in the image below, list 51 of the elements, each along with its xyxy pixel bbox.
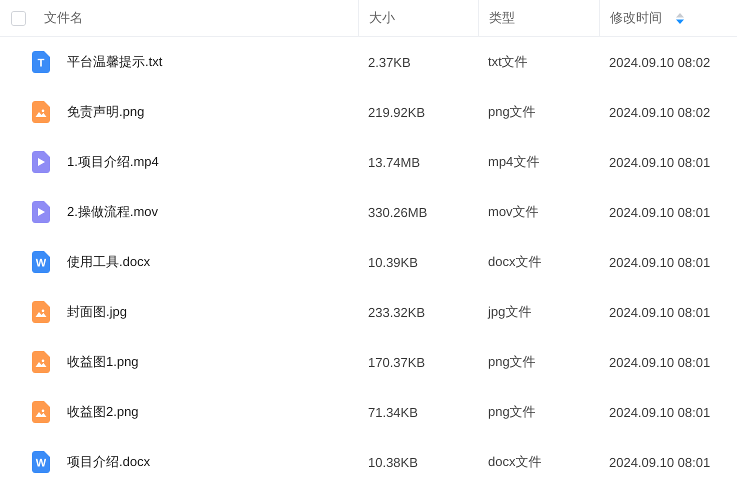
file-name[interactable]: 收益图2.png — [67, 403, 139, 421]
file-type: mov文件 — [487, 203, 540, 221]
document-file-icon: T — [32, 51, 50, 73]
image-file-icon — [32, 301, 50, 323]
file-type: png文件 — [487, 103, 537, 121]
image-file-icon — [32, 101, 50, 123]
column-header: 类型 — [489, 9, 515, 27]
file-name[interactable]: 免责声明.png — [67, 103, 144, 121]
modified-time: 2024.09.10 08:01 — [608, 454, 712, 470]
modified-time: 2024.09.10 08:01 — [608, 204, 712, 220]
file-name[interactable]: 平台温馨提示.txt — [67, 53, 162, 71]
modified-time: 2024.09.10 08:01 — [608, 254, 712, 270]
column-header: 修改时间 — [610, 9, 662, 27]
document-file-icon: W — [32, 251, 50, 273]
file-name[interactable]: 1.项目介绍.mp4 — [67, 153, 159, 171]
sort-icon[interactable] — [676, 12, 684, 24]
file-size: 71.34KB — [367, 404, 419, 420]
file-name[interactable]: 项目介绍.docx — [67, 453, 150, 471]
file-type: png文件 — [487, 353, 537, 371]
column-header: 大小 — [369, 9, 395, 27]
file-name[interactable]: 收益图1.png — [67, 353, 139, 371]
file-size: 13.74MB — [367, 154, 422, 170]
select-all-checkbox[interactable] — [11, 10, 26, 26]
document-file-icon: W — [32, 451, 50, 473]
modified-time: 2024.09.10 08:01 — [608, 354, 712, 370]
file-name[interactable]: 封面图.jpg — [67, 303, 127, 321]
file-size: 10.39KB — [367, 254, 419, 270]
file-type: jpg文件 — [486, 303, 532, 321]
video-file-icon — [32, 201, 50, 223]
file-size: 2.37KB — [367, 54, 412, 70]
file-type: docx文件 — [487, 253, 542, 271]
file-name[interactable]: 2.操做流程.mov — [67, 203, 158, 221]
column-header: 文件名 — [44, 9, 83, 27]
file-size: 219.92KB — [367, 104, 426, 120]
modified-time: 2024.09.10 08:01 — [608, 304, 712, 320]
file-size: 330.26MB — [367, 204, 428, 220]
image-file-icon — [32, 351, 50, 373]
file-type: png文件 — [487, 403, 537, 421]
file-name[interactable]: 使用工具.docx — [67, 253, 150, 271]
modified-time: 2024.09.10 08:02 — [608, 54, 712, 70]
modified-time: 2024.09.10 08:02 — [608, 104, 712, 120]
image-file-icon — [32, 401, 50, 423]
modified-time: 2024.09.10 08:01 — [608, 154, 712, 170]
file-type: txt文件 — [487, 53, 529, 71]
video-file-icon — [32, 151, 50, 173]
file-size: 233.32KB — [367, 304, 426, 320]
modified-time: 2024.09.10 08:01 — [608, 404, 712, 420]
file-size: 170.37KB — [367, 354, 426, 370]
file-type: mp4文件 — [487, 153, 540, 171]
file-type: docx文件 — [487, 453, 542, 471]
file-size: 10.38KB — [367, 454, 419, 470]
